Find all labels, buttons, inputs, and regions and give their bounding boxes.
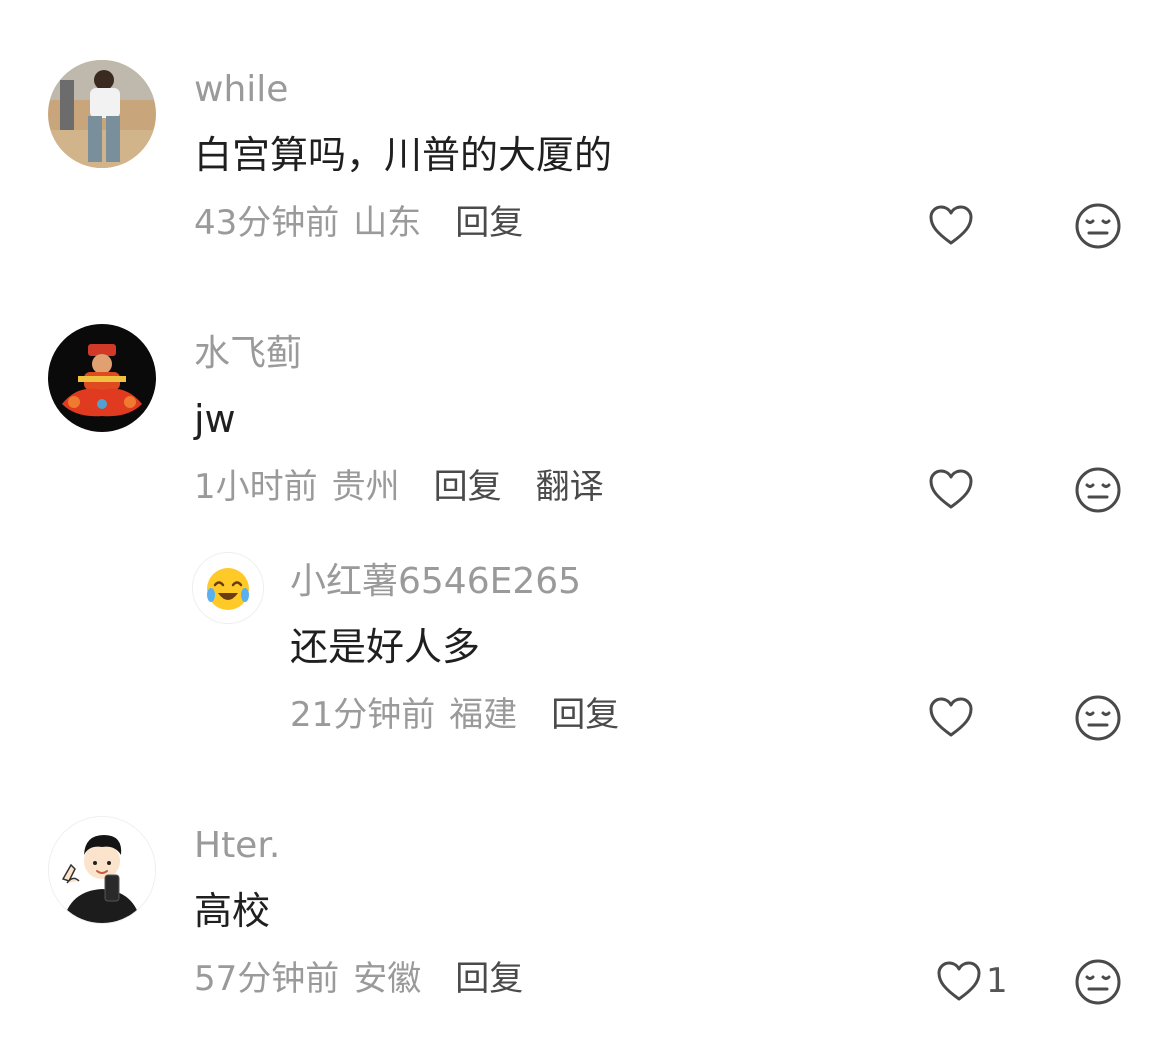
dislike-button[interactable] [1074,466,1122,518]
avatar[interactable] [48,816,156,924]
comment-text: 高校 [194,889,271,933]
reply-button[interactable]: 回复 [455,206,523,240]
avatar[interactable] [48,60,156,168]
meh-face-icon [1075,467,1121,513]
reply-time: 21分钟前 [290,695,436,735]
comment-text: 白宫算吗，川普的大厦的 [194,133,613,177]
translate-button[interactable]: 翻译 [536,470,604,504]
heart-outline-icon [929,697,973,737]
meh-face-icon [1075,203,1121,249]
reply-button[interactable]: 回复 [434,470,502,504]
comment-username[interactable]: 水飞蓟 [194,336,302,372]
comment-location: 贵州 [331,467,400,507]
comment-time: 1小时前 [194,467,318,507]
reply-button[interactable]: 回复 [551,698,619,732]
dislike-button[interactable] [1074,694,1122,746]
meh-face-icon [1075,959,1121,1005]
avatar[interactable] [48,324,156,432]
heart-outline-icon [937,961,981,1001]
like-button[interactable] [928,204,974,246]
dislike-button[interactable] [1074,202,1122,254]
comment-meta: 57分钟前 安徽 回复 [194,962,557,996]
reply-location: 福建 [449,695,518,735]
comment-location: 安徽 [353,959,422,999]
avatar[interactable] [192,552,264,624]
like-button[interactable]: 1 [936,960,1008,1002]
comment-time: 43分钟前 [194,203,340,243]
reply-button[interactable]: 回复 [455,962,523,996]
heart-outline-icon [929,469,973,509]
reply-text: 还是好人多 [290,625,481,669]
meh-face-icon [1075,695,1121,741]
like-button[interactable] [928,468,974,510]
dislike-button[interactable] [1074,958,1122,1010]
comment-meta: 43分钟前 山东 回复 [194,206,557,240]
comment-username[interactable]: Hter. [194,828,280,864]
like-button[interactable] [928,696,974,738]
reply-meta: 21分钟前 福建 回复 [290,698,653,732]
comment-meta: 1小时前 贵州 回复 翻译 [194,470,638,504]
comment-text: jw [194,397,236,441]
reply-username[interactable]: 小红薯6546E265 [290,564,581,600]
comment-location: 山东 [353,203,422,243]
like-count: 1 [986,961,1008,1001]
comment-time: 57分钟前 [194,959,340,999]
comment-username[interactable]: while [194,72,288,108]
heart-outline-icon [929,205,973,245]
